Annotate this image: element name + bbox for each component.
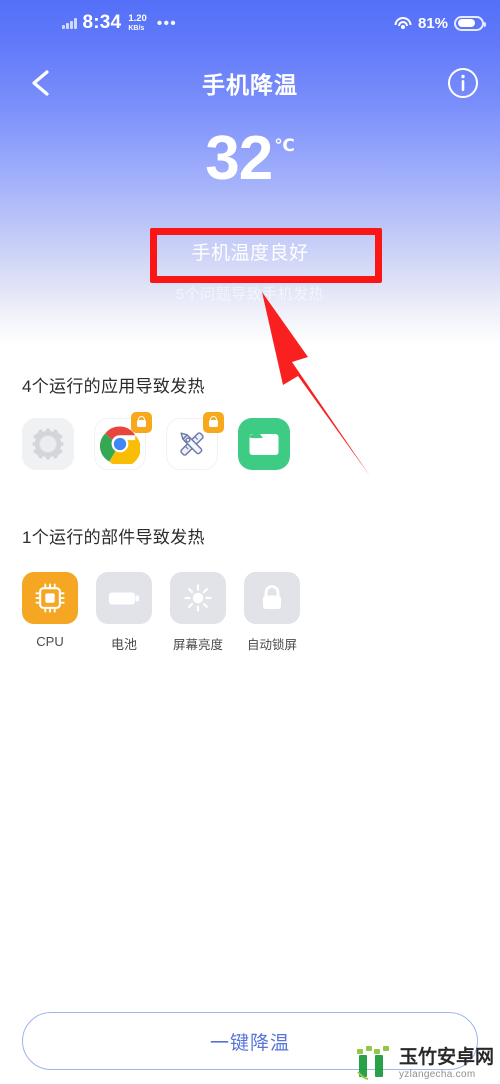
component-label-cpu: CPU <box>36 634 64 649</box>
watermark-site-name: 玉竹安卓网 <box>398 1047 494 1069</box>
lock-badge-icon <box>131 412 152 433</box>
running-components-row: CPU 电池 屏幕亮度 自动锁屏 <box>22 572 300 653</box>
phone-screen: 8:34 1.20 KB/s ••• 81% 手机降温 32 ℃ 手机温度良好 … <box>0 0 500 1084</box>
component-item-brightness[interactable]: 屏幕亮度 <box>170 572 226 653</box>
network-speed-unit: KB/s <box>128 24 145 32</box>
status-bar-clock: 8:34 <box>82 12 122 33</box>
component-item-cpu[interactable]: CPU <box>22 572 78 653</box>
network-speed-value: 1.20 <box>128 13 147 25</box>
status-bar-overflow-dots: ••• <box>156 14 178 32</box>
page-title: 手机降温 <box>202 72 298 98</box>
temperature-status-text: 手机温度良好 <box>191 243 309 264</box>
status-bar: 8:34 1.20 KB/s ••• 81% <box>0 0 500 46</box>
component-label-auto-lock: 自动锁屏 <box>246 638 297 652</box>
info-circle-icon[interactable] <box>446 66 480 100</box>
app-item-settings[interactable] <box>22 418 74 470</box>
wifi-icon <box>394 16 412 30</box>
battery-percent-label: 81% <box>417 14 448 32</box>
apps-section-title: 4个运行的应用导致发热 <box>22 377 205 396</box>
app-item-tools[interactable] <box>166 412 224 470</box>
temperature-display: 32 ℃ <box>0 128 500 190</box>
lock-badge-icon <box>203 412 224 433</box>
folder-icon <box>249 434 279 455</box>
component-item-auto-lock[interactable]: 自动锁屏 <box>244 572 300 653</box>
gear-icon <box>32 428 64 460</box>
temperature-unit: ℃ <box>274 136 295 155</box>
watermark-logo-icon <box>354 1040 394 1080</box>
temperature-value: 32 <box>205 124 273 193</box>
watermark: 玉竹安卓网 yzlangecha.com <box>354 1040 494 1080</box>
lock-icon <box>263 585 281 609</box>
status-bar-right: 81% <box>394 0 486 46</box>
components-section-title: 1个运行的部件导致发热 <box>22 528 205 547</box>
battery-icon <box>109 592 139 605</box>
component-item-battery[interactable]: 电池 <box>96 572 152 653</box>
watermark-text: 玉竹安卓网 yzlangecha.com <box>399 1048 494 1080</box>
component-label-brightness: 屏幕亮度 <box>172 638 223 652</box>
cpu-chip-icon <box>35 583 65 613</box>
status-bar-left: 8:34 1.20 KB/s ••• <box>62 0 177 46</box>
brightness-sun-icon <box>184 584 212 612</box>
network-speed: 1.20 KB/s <box>128 14 147 32</box>
title-bar: 手机降温 <box>0 52 500 114</box>
app-item-chrome[interactable] <box>94 412 152 470</box>
running-apps-row <box>22 412 290 470</box>
temperature-sub-text: 5个问题导致手机发热 <box>175 286 325 303</box>
component-label-battery: 电池 <box>110 637 137 652</box>
signal-bars-icon <box>62 17 77 29</box>
watermark-site-url: yzlangecha.com <box>398 1069 476 1080</box>
battery-icon <box>454 15 486 31</box>
app-item-file-manager[interactable] <box>238 418 290 470</box>
